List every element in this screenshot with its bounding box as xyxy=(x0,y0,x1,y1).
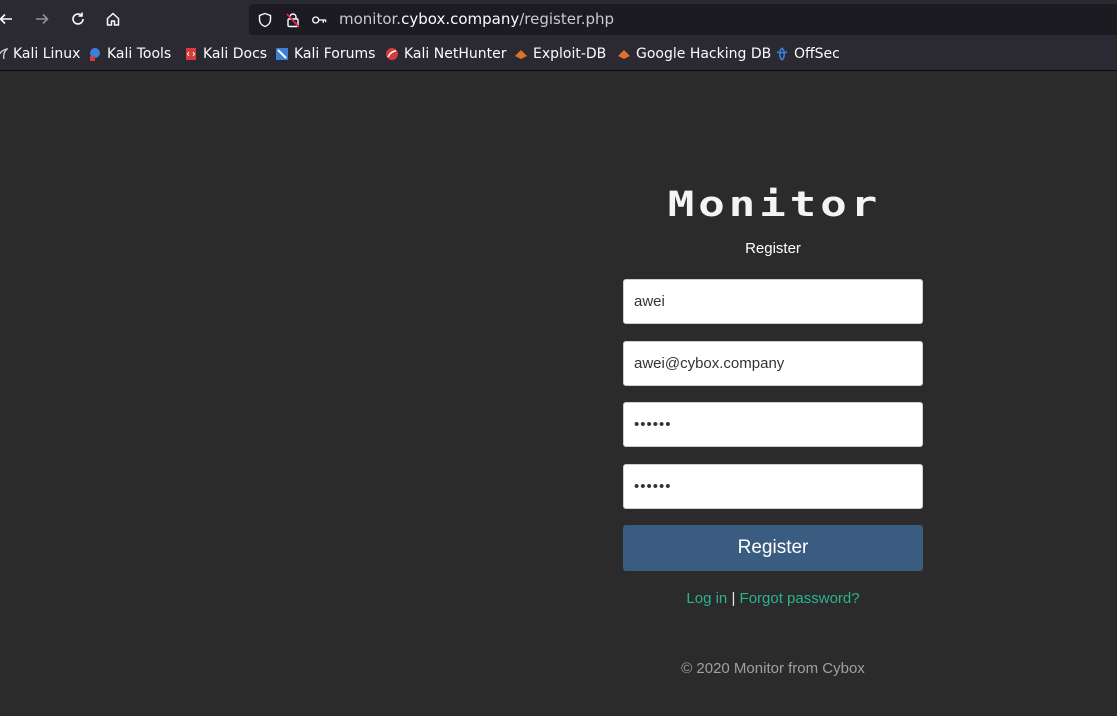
forward-button[interactable] xyxy=(30,7,54,31)
url-text[interactable]: monitor.cybox.company/register.php xyxy=(339,10,614,29)
monitor-logo: Monitor xyxy=(667,184,882,225)
reload-icon xyxy=(72,12,84,25)
home-icon xyxy=(106,12,120,26)
offsec-icon xyxy=(775,47,789,61)
kali-forums-icon xyxy=(275,47,289,61)
auth-links: Log in | Forgot password? xyxy=(623,590,923,607)
url-path: /register.php xyxy=(519,10,615,28)
login-link[interactable]: Log in xyxy=(686,590,727,607)
bookmark-label: Exploit-DB xyxy=(533,46,607,62)
shield-icon[interactable] xyxy=(256,11,273,28)
page-title: Register xyxy=(745,240,801,257)
bookmark-kali-nethunter[interactable]: Kali NetHunter xyxy=(385,38,506,71)
page-body: Monitor Register Register Log in | Forgo… xyxy=(0,71,1117,716)
url-bar[interactable]: monitor.cybox.company/register.php xyxy=(249,4,1117,35)
bookmark-label: Kali Docs xyxy=(203,46,268,62)
url-domain: cybox.company xyxy=(401,10,520,28)
back-button[interactable] xyxy=(0,7,18,31)
bookmark-label: Kali Forums xyxy=(294,46,376,62)
bookmark-label: Kali NetHunter xyxy=(404,46,507,62)
register-button[interactable]: Register xyxy=(623,525,923,571)
browser-toolbar: monitor.cybox.company/register.php xyxy=(0,0,1117,38)
bookmark-exploit-db[interactable]: Exploit-DB xyxy=(514,38,606,71)
arrow-left-icon xyxy=(0,13,12,25)
key-icon[interactable] xyxy=(311,11,328,28)
bookmark-offsec[interactable]: OffSec xyxy=(775,38,840,71)
arrow-right-icon xyxy=(36,13,49,25)
reload-button[interactable] xyxy=(66,7,90,31)
username-field[interactable] xyxy=(623,279,923,324)
confirm-password-field[interactable] xyxy=(623,464,923,509)
bookmark-label: Google Hacking DB xyxy=(636,46,772,62)
kali-dragon-icon xyxy=(0,47,10,61)
link-separator: | xyxy=(731,590,736,607)
home-button[interactable] xyxy=(101,7,125,31)
bookmark-kali-linux[interactable]: Kali Linux xyxy=(0,38,80,71)
email-field[interactable] xyxy=(623,341,923,386)
bookmark-label: OffSec xyxy=(794,46,840,62)
bookmark-google-hacking-db[interactable]: Google Hacking DB xyxy=(617,38,771,71)
kali-nethunter-icon xyxy=(385,47,399,61)
footer-copyright: © 2020 Monitor from Cybox xyxy=(681,660,865,677)
bookmark-label: Kali Tools xyxy=(107,46,172,62)
password-field[interactable] xyxy=(623,402,923,447)
kali-docs-icon xyxy=(184,47,198,61)
exploit-db-icon xyxy=(514,47,528,61)
bookmark-label: Kali Linux xyxy=(13,46,81,62)
bookmark-kali-tools[interactable]: Kali Tools xyxy=(88,38,171,71)
ghdb-icon xyxy=(617,47,631,61)
bookmark-kali-docs[interactable]: Kali Docs xyxy=(184,38,267,71)
bookmark-kali-forums[interactable]: Kali Forums xyxy=(275,38,375,71)
kali-tools-icon xyxy=(88,47,102,61)
bookmarks-bar: Kali Linux Kali Tools Kali Docs Kali For… xyxy=(0,38,1117,71)
insecure-lock-icon[interactable] xyxy=(284,11,301,28)
url-subdomain: monitor. xyxy=(339,10,402,28)
forgot-password-link[interactable]: Forgot password? xyxy=(740,590,860,607)
